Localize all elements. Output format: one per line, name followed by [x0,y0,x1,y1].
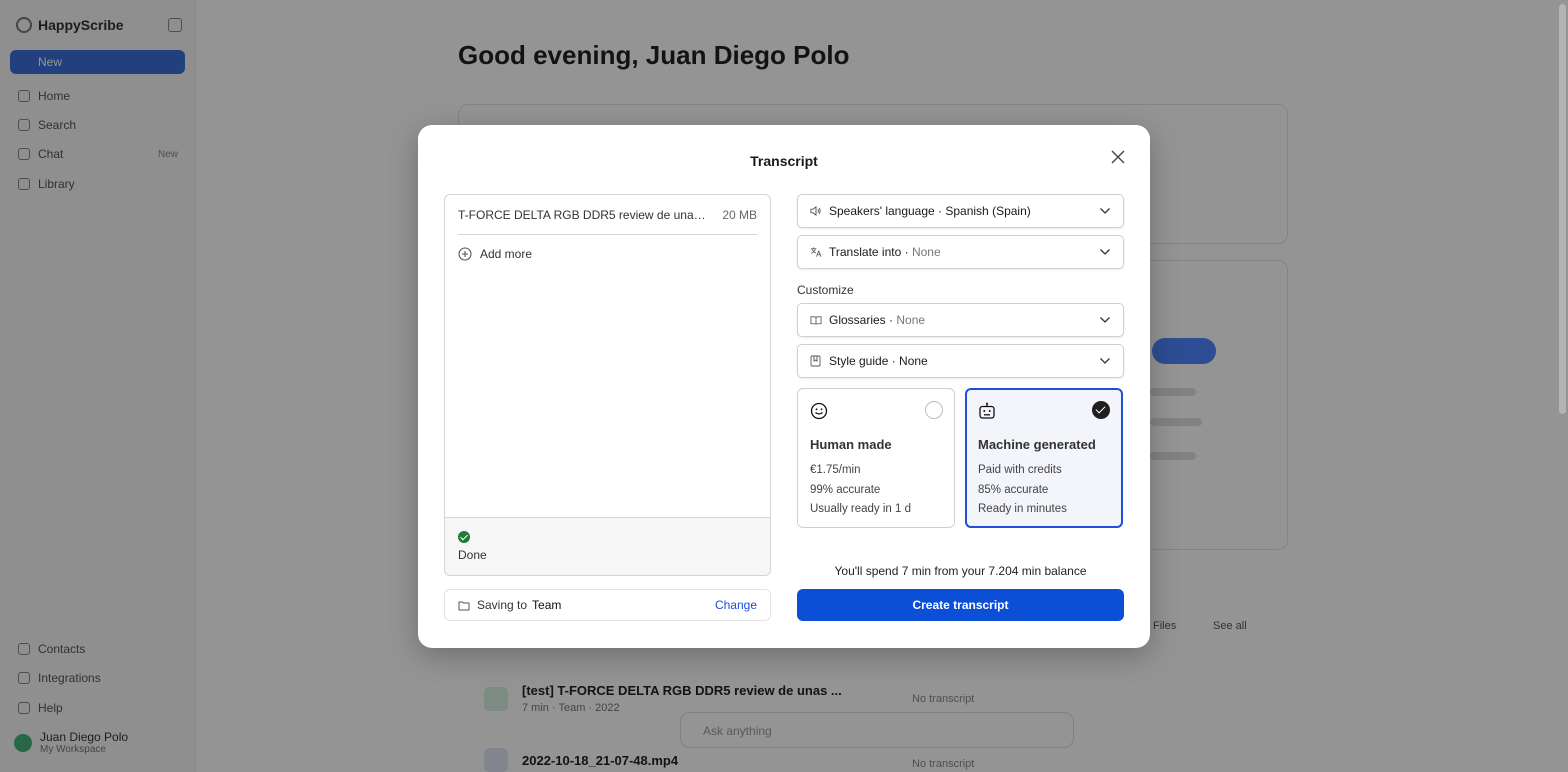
file-size: 20 MB [722,208,757,222]
customize-heading: Customize [797,283,854,297]
close-icon [1111,150,1125,164]
change-link[interactable]: Change [715,598,757,612]
modal-title: Transcript [750,153,818,169]
plus-circle-icon [458,247,472,261]
translate-label: Translate into · [829,245,909,259]
file-panel: T-FORCE DELTA RGB DDR5 review de unas ..… [444,194,771,576]
machine-generated-price: Paid with credits [978,464,1062,476]
machine-generated-title: Machine generated [978,437,1096,452]
file-name: T-FORCE DELTA RGB DDR5 review de unas ..… [458,208,708,222]
speaker-icon [810,205,822,217]
upload-status: Done [445,517,770,575]
balance-info: You'll spend 7 min from your 7.204 min b… [834,564,1087,578]
machine-generated-details: Paid with credits 85% accurate Ready in … [978,461,1067,520]
saving-target: Team [532,598,562,612]
glossaries-label: Glossaries · [829,313,894,327]
translate-select[interactable]: Translate into · None [797,235,1124,269]
human-made-radio[interactable] [925,401,943,419]
human-made-title: Human made [810,437,892,452]
close-button[interactable] [1108,147,1128,167]
glossaries-select[interactable]: Glossaries · None [797,303,1124,337]
machine-generated-accuracy: 85% accurate [978,483,1049,496]
add-more-button[interactable]: Add more [458,247,532,261]
style-guide-select[interactable]: Style guide · None [797,344,1124,378]
scrollbar[interactable] [1559,4,1566,414]
transcript-modal: Transcript T-FORCE DELTA RGB DDR5 review… [418,125,1150,648]
book-icon [810,315,822,326]
glossaries-value: None [896,313,926,327]
chevron-down-icon [1100,358,1110,364]
status-text: Done [458,548,487,562]
style-guide-label: Style guide · None [829,354,928,368]
translate-icon [810,246,822,258]
human-made-option[interactable]: Human made €1.75/min 99% accurate Usuall… [797,388,955,528]
robot-icon [979,402,995,419]
machine-generated-option[interactable]: Machine generated Paid with credits 85% … [965,388,1123,528]
human-made-price: €1.75/min [810,464,861,476]
create-transcript-button[interactable]: Create transcript [797,589,1124,621]
human-made-turnaround: Usually ready in 1 d [810,503,911,515]
speakers-language-select[interactable]: Speakers' language · Spanish (Spain) [797,194,1124,228]
speakers-language-label: Speakers' language · Spanish (Spain) [829,204,1031,218]
chevron-down-icon [1100,249,1110,255]
check-circle-icon [458,531,470,543]
chevron-down-icon [1100,317,1110,323]
translate-value: None [911,245,941,259]
add-more-label: Add more [480,247,533,261]
smiley-icon [810,402,828,420]
saving-location: Saving to Team Change [444,589,771,621]
human-made-details: €1.75/min 99% accurate Usually ready in … [810,461,911,520]
human-made-accuracy: 99% accurate [810,483,881,496]
style-guide-icon [810,355,822,367]
saving-label: Saving to [477,598,528,612]
file-row: T-FORCE DELTA RGB DDR5 review de unas ..… [458,208,757,235]
machine-generated-radio[interactable] [1092,401,1110,419]
folder-icon [458,601,470,610]
machine-generated-turnaround: Ready in minutes [978,503,1067,515]
chevron-down-icon [1100,208,1110,214]
